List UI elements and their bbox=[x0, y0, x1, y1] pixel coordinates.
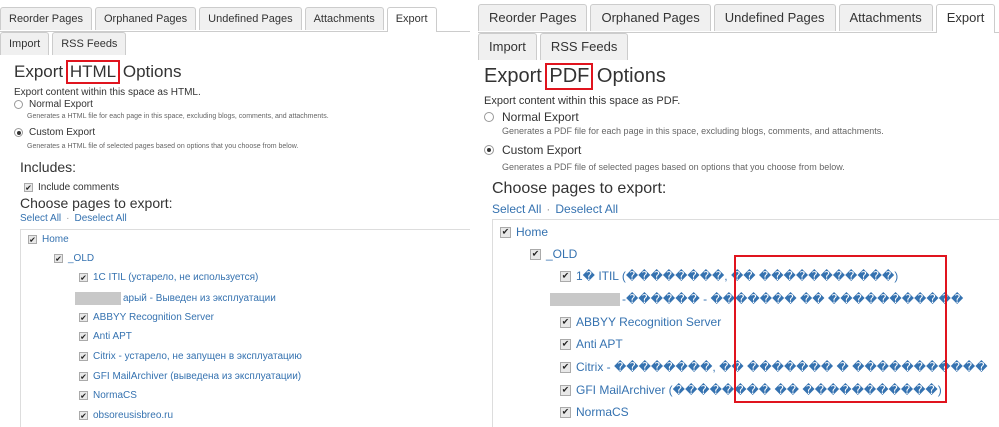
custom-export-label: Custom Export bbox=[29, 127, 96, 138]
tab-undefined-pages[interactable]: Undefined Pages bbox=[199, 7, 302, 30]
normal-export-description: Generates a PDF file for each page in th… bbox=[502, 126, 884, 136]
normal-export-option[interactable]: Normal Export bbox=[484, 110, 579, 124]
custom-export-radio[interactable] bbox=[484, 145, 494, 155]
tree-node[interactable]: 1C ITIL (устарело, не используется) bbox=[79, 272, 258, 283]
tab-attachments[interactable]: Attachments bbox=[838, 4, 933, 31]
tab-undefined-pages[interactable]: Undefined Pages bbox=[713, 4, 836, 31]
encoding-issue-highlight bbox=[734, 255, 947, 403]
space-tools-tabs: Reorder Pages Orphaned Pages Undefined P… bbox=[478, 4, 999, 60]
include-comments-option[interactable]: Include comments bbox=[24, 182, 119, 193]
normal-export-description: Generates a HTML file for each page in t… bbox=[27, 113, 329, 120]
page-title: Export PDF Options bbox=[484, 63, 666, 90]
export-description: Export content within this space as PDF. bbox=[484, 95, 681, 107]
page-title: Export HTML Options bbox=[14, 60, 181, 84]
tree-node-home[interactable]: Home bbox=[500, 225, 548, 239]
page-checkbox[interactable] bbox=[79, 332, 88, 341]
tab-orphaned-pages[interactable]: Orphaned Pages bbox=[95, 7, 197, 30]
deselect-all-link[interactable]: Deselect All bbox=[74, 213, 126, 224]
page-checkbox[interactable] bbox=[560, 338, 571, 350]
choose-pages-heading: Choose pages to export: bbox=[492, 180, 667, 197]
tab-import[interactable]: Import bbox=[478, 33, 537, 60]
page-checkbox[interactable] bbox=[560, 316, 571, 328]
tree-node[interactable]: ABBYY Recognition Server bbox=[560, 315, 721, 329]
tree-node-home[interactable]: Home bbox=[28, 234, 69, 245]
custom-export-description: Generates a PDF file of selected pages b… bbox=[502, 162, 845, 172]
page-checkbox[interactable] bbox=[79, 411, 88, 420]
tree-node-redacted[interactable]: арый - Выведен из эксплуатации bbox=[75, 292, 276, 305]
custom-export-description: Generates a HTML file of selected pages … bbox=[27, 143, 299, 150]
tab-attachments[interactable]: Attachments bbox=[304, 7, 384, 30]
tab-reorder-pages[interactable]: Reorder Pages bbox=[0, 7, 92, 30]
selection-links: Select All · Deselect All bbox=[492, 202, 619, 216]
normal-export-label: Normal Export bbox=[29, 99, 93, 110]
tab-export[interactable]: Export bbox=[386, 7, 437, 32]
tab-orphaned-pages[interactable]: Orphaned Pages bbox=[590, 4, 711, 31]
format-highlight: HTML bbox=[65, 60, 121, 84]
include-comments-label: Include comments bbox=[38, 182, 120, 193]
tree-node[interactable]: NormaCS bbox=[560, 405, 629, 419]
tab-rss-feeds[interactable]: RSS Feeds bbox=[52, 32, 127, 55]
page-checkbox[interactable] bbox=[560, 406, 571, 418]
tree-node[interactable]: obsoreusisbreo.ru bbox=[79, 410, 173, 421]
include-comments-checkbox[interactable] bbox=[24, 183, 33, 192]
includes-heading: Includes: bbox=[20, 159, 77, 175]
redaction-block bbox=[550, 292, 620, 306]
choose-pages-heading: Choose pages to export: bbox=[20, 195, 173, 211]
tree-node[interactable]: ABBYY Recognition Server bbox=[79, 312, 214, 323]
page-checkbox[interactable] bbox=[530, 248, 541, 260]
deselect-all-link[interactable]: Deselect All bbox=[555, 202, 618, 216]
page-checkbox[interactable] bbox=[54, 254, 63, 263]
selection-links: Select All · Deselect All bbox=[20, 213, 127, 224]
tab-export[interactable]: Export bbox=[935, 4, 996, 33]
page-checkbox[interactable] bbox=[79, 313, 88, 322]
custom-export-label: Custom Export bbox=[502, 143, 582, 157]
page-checkbox[interactable] bbox=[560, 384, 571, 396]
tree-node-old[interactable]: _OLD bbox=[530, 247, 577, 261]
page-checkbox[interactable] bbox=[79, 372, 88, 381]
page-checkbox[interactable] bbox=[560, 270, 571, 282]
page-checkbox[interactable] bbox=[500, 226, 511, 238]
page-checkbox[interactable] bbox=[79, 273, 88, 282]
redaction-block bbox=[75, 292, 121, 305]
page-checkbox[interactable] bbox=[28, 235, 37, 244]
normal-export-label: Normal Export bbox=[502, 110, 579, 124]
tab-import[interactable]: Import bbox=[0, 32, 50, 55]
export-description: Export content within this space as HTML… bbox=[14, 87, 201, 98]
page-checkbox[interactable] bbox=[560, 361, 571, 373]
tree-node[interactable]: NormaCS bbox=[79, 390, 137, 401]
tree-node[interactable]: Citrix - устарело, не запущен в эксплуат… bbox=[79, 351, 302, 362]
normal-export-radio[interactable] bbox=[14, 100, 23, 109]
custom-export-radio[interactable] bbox=[14, 128, 23, 137]
normal-export-option[interactable]: Normal Export bbox=[14, 99, 93, 110]
html-export-panel: Reorder Pages Orphaned Pages Undefined P… bbox=[0, 0, 470, 427]
page-checkbox[interactable] bbox=[79, 391, 88, 400]
format-highlight: PDF bbox=[545, 63, 594, 90]
space-tools-tabs: Reorder Pages Orphaned Pages Undefined P… bbox=[0, 7, 470, 55]
tree-node[interactable]: Anti APT bbox=[79, 331, 132, 342]
tree-node[interactable]: GFI MailArchiver (выведена из эксплуатац… bbox=[79, 371, 301, 382]
tab-rss-feeds[interactable]: RSS Feeds bbox=[539, 33, 629, 60]
tree-node[interactable]: Anti APT bbox=[560, 337, 623, 351]
page-checkbox[interactable] bbox=[79, 352, 88, 361]
export-options: Export HTML Options bbox=[14, 60, 181, 84]
select-all-link[interactable]: Select All bbox=[492, 202, 541, 216]
select-all-link[interactable]: Select All bbox=[20, 213, 61, 224]
tab-reorder-pages[interactable]: Reorder Pages bbox=[478, 4, 588, 31]
custom-export-option[interactable]: Custom Export bbox=[14, 127, 95, 138]
normal-export-radio[interactable] bbox=[484, 112, 494, 122]
custom-export-option[interactable]: Custom Export bbox=[484, 143, 581, 157]
tree-node-old[interactable]: _OLD bbox=[54, 253, 94, 264]
export-options: Export PDF Options bbox=[484, 63, 666, 90]
pdf-export-panel: Reorder Pages Orphaned Pages Undefined P… bbox=[478, 0, 999, 427]
